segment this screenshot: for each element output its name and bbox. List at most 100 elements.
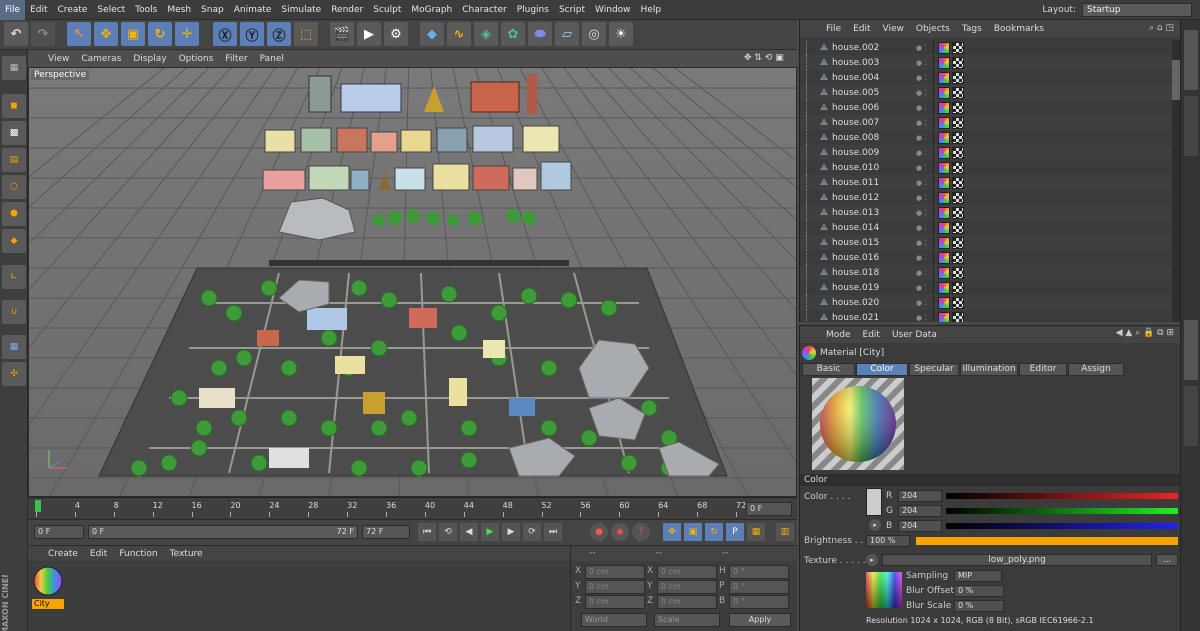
- object-row[interactable]: ⟁ house.008 ● ⁚: [800, 130, 1181, 145]
- visibility-dots-icon[interactable]: ● ⁚: [916, 269, 927, 277]
- visibility-dots-icon[interactable]: ● ⁚: [916, 239, 927, 247]
- object-name[interactable]: house.016: [832, 253, 916, 263]
- material-tag-icon[interactable]: [937, 251, 950, 264]
- menu-mesh[interactable]: Mesh: [162, 0, 196, 20]
- object-menu-edit[interactable]: Edit: [847, 24, 876, 34]
- material-tag-icon[interactable]: [937, 206, 950, 219]
- axis-mode-icon[interactable]: ∟: [2, 265, 26, 289]
- material-tag-icon[interactable]: [937, 56, 950, 69]
- object-name[interactable]: house.003: [832, 58, 916, 68]
- visibility-dots-icon[interactable]: ● ⁚: [916, 284, 927, 292]
- texture-tag-icon[interactable]: [951, 71, 964, 84]
- recent-tool[interactable]: ✛: [175, 22, 199, 46]
- y-axis-lock-button[interactable]: Ⓨ: [240, 22, 264, 46]
- texture-tag-icon[interactable]: [951, 101, 964, 114]
- texture-tag-icon[interactable]: [951, 176, 964, 189]
- object-row[interactable]: ⟁ house.004 ● ⁚: [800, 70, 1181, 85]
- menu-script[interactable]: Script: [554, 0, 590, 20]
- play-icon[interactable]: ▶: [481, 523, 499, 541]
- brightness-field[interactable]: 100 %: [866, 535, 910, 547]
- texture-tag-icon[interactable]: [951, 131, 964, 144]
- light-button[interactable]: ☀: [609, 22, 633, 46]
- texture-tag-icon[interactable]: [951, 266, 964, 279]
- menu-create[interactable]: Create: [53, 0, 93, 20]
- object-row[interactable]: ⟁ house.013 ● ⁚: [800, 205, 1181, 220]
- menu-snap[interactable]: Snap: [196, 0, 229, 20]
- end-frame-field[interactable]: 72 F: [362, 525, 410, 539]
- material-menu-edit[interactable]: Edit: [84, 549, 113, 559]
- texture-tag-icon[interactable]: [951, 311, 964, 322]
- workplane-mode-icon[interactable]: ▤: [2, 148, 26, 172]
- r-slider[interactable]: [946, 493, 1178, 499]
- viewport-menu-display[interactable]: Display: [127, 54, 172, 64]
- g-value-field[interactable]: 204: [898, 505, 942, 517]
- texture-browse-button[interactable]: ...: [1156, 554, 1178, 566]
- scale-tool[interactable]: ▣: [121, 22, 145, 46]
- visibility-dots-icon[interactable]: ● ⁚: [916, 74, 927, 82]
- viewport-menu-cameras[interactable]: Cameras: [75, 54, 127, 64]
- blur-offset-field[interactable]: 0 %: [954, 585, 1004, 597]
- menu-file[interactable]: File: [0, 0, 26, 20]
- material-tag-icon[interactable]: [937, 146, 950, 159]
- object-row[interactable]: ⟁ house.016 ● ⁚: [800, 250, 1181, 265]
- coord-size-field[interactable]: 0 cm: [657, 580, 717, 594]
- coordinate-system-button[interactable]: ⬚: [294, 22, 318, 46]
- material-tag-icon[interactable]: [937, 71, 950, 84]
- brightness-slider[interactable]: [916, 537, 1178, 545]
- world-dropdown[interactable]: World: [581, 613, 647, 627]
- visibility-dots-icon[interactable]: ● ⁚: [916, 224, 927, 232]
- object-name[interactable]: house.007: [832, 118, 916, 128]
- coord-rotation-field[interactable]: 0 °: [729, 565, 789, 579]
- polygons-mode-icon[interactable]: ◆: [2, 229, 26, 253]
- object-manager-search-icon[interactable]: ⌕ ⌂ ◳: [1149, 23, 1174, 33]
- visibility-dots-icon[interactable]: ● ⁚: [916, 149, 927, 157]
- visibility-dots-icon[interactable]: ● ⁚: [916, 164, 927, 172]
- material-menu-function[interactable]: Function: [113, 549, 163, 559]
- cube-object-button[interactable]: ◆: [420, 22, 444, 46]
- next-frame-icon[interactable]: ▶: [502, 523, 520, 541]
- object-row[interactable]: ⟁ house.006 ● ⁚: [800, 100, 1181, 115]
- material-menu-create[interactable]: Create: [42, 549, 84, 559]
- render-view-button[interactable]: 🎬: [330, 22, 354, 46]
- perspective-viewport[interactable]: Perspective: [28, 67, 797, 497]
- object-menu-tags[interactable]: Tags: [956, 24, 988, 34]
- layout-selector[interactable]: Layout: Startup: [1042, 3, 1192, 17]
- blur-scale-field[interactable]: 0 %: [954, 600, 1004, 612]
- visibility-dots-icon[interactable]: ● ⁚: [916, 299, 927, 307]
- start-frame-field[interactable]: 0 F: [34, 525, 84, 539]
- subdivision-surface-button[interactable]: ◈: [474, 22, 498, 46]
- material-tag-icon[interactable]: [937, 266, 950, 279]
- coord-rotation-field[interactable]: 0 °: [729, 595, 789, 609]
- takes-side-tab[interactable]: [1184, 96, 1198, 156]
- visibility-dots-icon[interactable]: ● ⁚: [916, 314, 927, 322]
- r-value-field[interactable]: 204: [898, 490, 942, 502]
- menu-character[interactable]: Character: [457, 0, 511, 20]
- menu-sculpt[interactable]: Sculpt: [368, 0, 406, 20]
- tab-specular[interactable]: Specular: [909, 363, 959, 376]
- object-name[interactable]: house.009: [832, 148, 916, 158]
- render-settings-button[interactable]: ⚙: [384, 22, 408, 46]
- menu-select[interactable]: Select: [92, 0, 130, 20]
- undo-button[interactable]: ↶: [4, 22, 28, 46]
- viewport-nav-icons[interactable]: ✥ ⇅ ⟲ ▣: [744, 53, 784, 63]
- workplane-icon[interactable]: ▦: [2, 335, 26, 359]
- texture-tag-icon[interactable]: [951, 191, 964, 204]
- object-name[interactable]: house.013: [832, 208, 916, 218]
- texture-tag-icon[interactable]: [951, 161, 964, 174]
- make-editable-icon[interactable]: ▦: [2, 56, 26, 80]
- object-name[interactable]: house.010: [832, 163, 916, 173]
- texture-tag-icon[interactable]: [951, 56, 964, 69]
- object-row[interactable]: ⟁ house.021 ● ⁚: [800, 310, 1181, 322]
- menu-simulate[interactable]: Simulate: [276, 0, 326, 20]
- visibility-dots-icon[interactable]: ● ⁚: [916, 119, 927, 127]
- material-tag-icon[interactable]: [937, 221, 950, 234]
- object-name[interactable]: house.014: [832, 223, 916, 233]
- object-name[interactable]: house.008: [832, 133, 916, 143]
- tab-color[interactable]: Color: [856, 363, 908, 376]
- material-tag-icon[interactable]: [937, 281, 950, 294]
- menu-plugins[interactable]: Plugins: [512, 0, 554, 20]
- camera-button[interactable]: ◎: [582, 22, 606, 46]
- texture-tag-icon[interactable]: [951, 296, 964, 309]
- keyframe-selection-icon[interactable]: ?: [632, 523, 650, 541]
- go-to-start-icon[interactable]: ⏮: [418, 523, 436, 541]
